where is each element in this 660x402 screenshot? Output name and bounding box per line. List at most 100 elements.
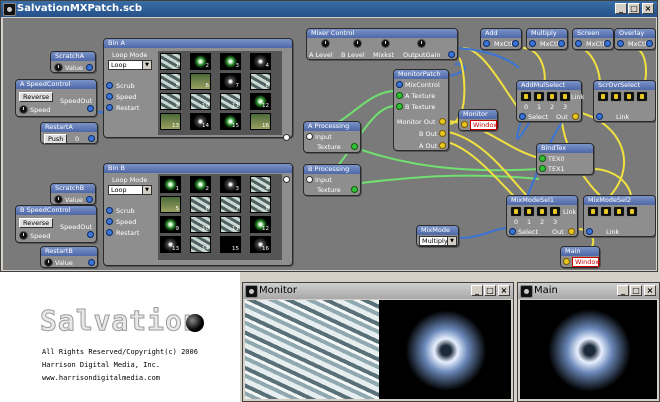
node-restart-b[interactable]: RestartB Value (40, 246, 98, 268)
node-multiply[interactable]: Multiply MxCtl (526, 28, 568, 50)
input-port[interactable] (106, 82, 113, 89)
select-slot-1[interactable] (533, 91, 545, 102)
select-slot-0[interactable] (587, 206, 599, 217)
minimize-button[interactable]: _ (617, 285, 629, 296)
mix-mode-select[interactable]: Multiply ▼ (419, 236, 457, 246)
node-screen[interactable]: Screen MxCtl (572, 28, 614, 50)
clip-tile[interactable]: 2 (190, 176, 211, 193)
clip-tile[interactable]: 12 (250, 93, 271, 110)
select-slot-1[interactable] (610, 91, 622, 102)
select-slot-0[interactable] (597, 91, 609, 102)
input-port[interactable] (509, 228, 516, 235)
knob-icon[interactable] (19, 231, 28, 240)
input-port[interactable] (596, 113, 603, 120)
main-window-field[interactable]: Window (572, 257, 601, 267)
output-gain-knob[interactable] (417, 39, 426, 48)
output-port[interactable] (439, 118, 446, 125)
node-scratch-b[interactable]: ScratchB Value (50, 183, 96, 205)
output-port[interactable] (283, 134, 290, 141)
maximize-button[interactable]: □ (630, 285, 642, 296)
node-add[interactable]: Add MxCtl (480, 28, 522, 50)
input-port[interactable] (563, 258, 570, 265)
maximize-button[interactable]: □ (628, 3, 640, 14)
select-slot-3[interactable] (636, 91, 648, 102)
output-port[interactable] (283, 176, 290, 183)
monitor-window-field[interactable]: Window (470, 120, 499, 130)
input-port[interactable] (106, 207, 113, 214)
node-bin-a[interactable]: Bin A Loop Mode Loop ▼ Scrub Speed Restar… (103, 38, 293, 141)
clip-tile[interactable]: 4 (250, 176, 271, 193)
select-slot-3[interactable] (559, 91, 571, 102)
node-b-processing[interactable]: B Processing Input Texture (303, 164, 361, 196)
maximize-button[interactable]: □ (484, 285, 496, 296)
clip-tile[interactable]: 7 (220, 73, 241, 90)
input-port[interactable] (396, 103, 403, 110)
clip-tile[interactable]: 7 (220, 196, 241, 213)
clip-tile[interactable]: 9 (160, 216, 181, 233)
reverse-button[interactable]: Reverse (19, 218, 54, 228)
output-port[interactable] (439, 142, 446, 149)
clip-tile[interactable]: 8 (250, 73, 271, 90)
clip-tile[interactable]: 2 (190, 53, 211, 70)
reverse-button[interactable]: Reverse (19, 92, 54, 102)
select-slot-3[interactable] (549, 206, 561, 217)
clip-tile[interactable]: 1 (160, 176, 181, 193)
output-port[interactable] (351, 143, 358, 150)
clip-tile[interactable]: 15 (220, 236, 241, 253)
node-a-processing[interactable]: A Processing Input Texture (303, 121, 361, 153)
knob-icon[interactable] (19, 105, 28, 114)
clip-tile[interactable]: 6 (190, 196, 211, 213)
main-preview-titlebar[interactable]: Main _ □ × (518, 283, 659, 299)
minimize-button[interactable]: _ (615, 3, 627, 14)
clip-tile[interactable]: 11 (220, 93, 241, 110)
output-port[interactable] (646, 40, 653, 47)
close-button[interactable]: × (642, 3, 654, 14)
clip-tile[interactable]: 14 (190, 113, 211, 130)
clip-tile[interactable]: 3 (220, 53, 241, 70)
node-mix-mode-sel2[interactable]: MixModeSel2 Link (583, 195, 656, 237)
output-port[interactable] (512, 40, 519, 47)
monitor-window-titlebar[interactable]: Monitor _ □ × (243, 283, 513, 299)
select-slot-2[interactable] (613, 206, 625, 217)
node-restart-a[interactable]: RestartA Push 0 (40, 122, 98, 144)
push-button[interactable]: Push (44, 134, 68, 144)
node-monitor-patch[interactable]: MonitorPatch MixControl A Texture B Text… (393, 69, 449, 151)
patch-canvas[interactable]: ScratchA Value A SpeedControl Reverse Sp… (3, 18, 656, 270)
clip-tile[interactable]: 3 (220, 176, 241, 193)
node-add-mul-select[interactable]: AddMulSelect 0 1 2 3 Link Select Out (516, 80, 584, 122)
clip-tile[interactable]: 10 (190, 216, 211, 233)
url-link[interactable]: www.harrisondigitalmedia.com (42, 374, 160, 382)
input-port[interactable] (617, 40, 624, 47)
node-scr-ovr-select[interactable]: ScrOvrSelect Link (593, 80, 656, 122)
node-mixer-control[interactable]: Mixer Control A Level B Level Mixkst Out… (306, 28, 458, 60)
select-slot-1[interactable] (523, 206, 535, 217)
b-level-knob[interactable] (353, 39, 362, 48)
output-port[interactable] (568, 228, 575, 235)
output-port[interactable] (572, 113, 579, 120)
clip-tile[interactable]: 16 (250, 113, 271, 130)
mixkst-knob[interactable] (381, 39, 390, 48)
select-slot-2[interactable] (536, 206, 548, 217)
loop-mode-select[interactable]: Loop ▼ (108, 60, 152, 70)
node-mix-mode-sel1[interactable]: MixModeSel1 0 1 2 3 Link Select Out (506, 195, 578, 237)
knob-icon[interactable] (54, 63, 63, 72)
clip-tile[interactable]: 1 (160, 53, 181, 70)
input-port[interactable] (586, 228, 593, 235)
clip-tile[interactable]: 6 (190, 73, 211, 90)
input-port[interactable] (306, 176, 313, 183)
node-main[interactable]: Main Window (560, 246, 601, 268)
clip-tile[interactable]: 13 (160, 113, 181, 130)
select-slot-0[interactable] (520, 91, 532, 102)
loop-mode-select[interactable]: Loop ▼ (108, 185, 152, 195)
output-port[interactable] (87, 105, 94, 112)
a-level-knob[interactable] (321, 39, 330, 48)
input-port[interactable] (106, 218, 113, 225)
input-port[interactable] (396, 81, 403, 88)
output-port[interactable] (88, 135, 95, 142)
input-port[interactable] (396, 92, 403, 99)
input-port[interactable] (106, 104, 113, 111)
output-port[interactable] (448, 51, 455, 58)
input-port[interactable] (539, 155, 546, 162)
node-overlay[interactable]: Overlay MxCtl (614, 28, 656, 50)
input-port[interactable] (106, 229, 113, 236)
